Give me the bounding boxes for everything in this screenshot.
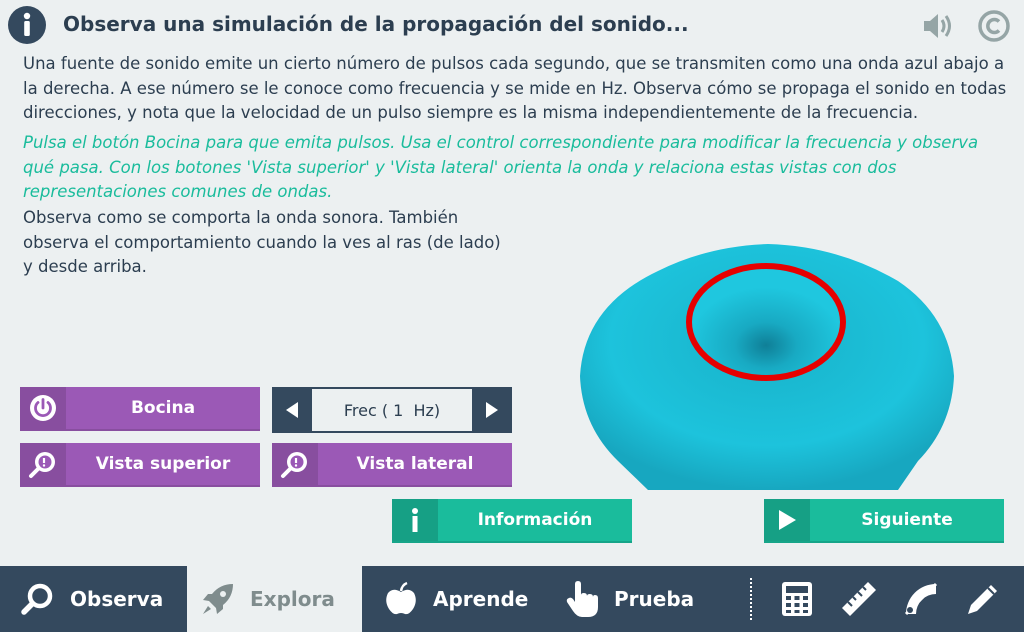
rocket-icon — [200, 581, 236, 617]
nav-explora[interactable]: Explora — [187, 566, 362, 632]
bocina-button[interactable]: Bocina — [20, 387, 260, 431]
siguiente-label: Siguiente — [861, 510, 953, 530]
vista-superior-label: Vista superior — [95, 454, 231, 474]
pencil-icon[interactable] — [964, 580, 1002, 618]
frequency-increase-button[interactable] — [472, 387, 512, 433]
power-icon — [20, 387, 66, 429]
intro-text: Una fuente de sonido emite un cierto núm… — [23, 54, 1007, 122]
page-title: Observa una simulación de la propagación… — [63, 12, 689, 36]
informacion-button[interactable]: Información — [392, 499, 632, 543]
header: Observa una simulación de la propagación… — [0, 0, 1024, 50]
frequency-decrease-button[interactable] — [272, 387, 312, 433]
sound-wave-simulation[interactable] — [578, 236, 956, 494]
nav-separator — [750, 578, 752, 620]
siguiente-button[interactable]: Siguiente — [764, 499, 1004, 543]
observe-text: Observa como se comporta la onda sonora.… — [23, 208, 501, 276]
vista-lateral-label: Vista lateral — [356, 454, 474, 474]
nav-aprende-label: Aprende — [433, 587, 529, 611]
magnifier-icon — [20, 443, 66, 485]
protractor-icon[interactable] — [902, 580, 940, 618]
calculator-icon[interactable] — [778, 580, 816, 618]
vista-superior-button[interactable]: Vista superior — [20, 443, 260, 487]
nav-explora-label: Explora — [250, 587, 335, 611]
search-icon — [20, 581, 56, 617]
bottom-nav: Observa Explora Aprende Prueba — [0, 566, 1024, 632]
nav-aprende[interactable]: Aprende — [383, 566, 528, 632]
nav-observa[interactable]: Observa — [20, 566, 163, 632]
nav-observa-label: Observa — [70, 587, 164, 611]
speaker-icon[interactable] — [920, 8, 956, 44]
info-icon[interactable] — [8, 6, 46, 44]
apple-icon — [383, 581, 419, 617]
info-icon — [392, 499, 438, 541]
triangle-left-icon — [286, 402, 298, 418]
vista-lateral-button[interactable]: Vista lateral — [272, 443, 512, 487]
informacion-label: Información — [477, 510, 593, 530]
frequency-stepper: Frec ( 1 Hz) — [272, 387, 512, 433]
play-icon — [764, 499, 810, 541]
magnifier-icon — [272, 443, 318, 485]
hand-pointer-icon — [564, 581, 600, 617]
bocina-label: Bocina — [130, 398, 196, 418]
copyright-icon[interactable] — [976, 8, 1012, 44]
triangle-right-icon — [486, 402, 498, 418]
instructions-text: Pulsa el botón Bocina para que emita pul… — [23, 133, 979, 201]
nav-prueba[interactable]: Prueba — [564, 566, 694, 632]
ruler-icon[interactable] — [840, 580, 878, 618]
nav-prueba-label: Prueba — [614, 587, 695, 611]
frequency-value: Frec ( 1 Hz) — [312, 389, 472, 431]
